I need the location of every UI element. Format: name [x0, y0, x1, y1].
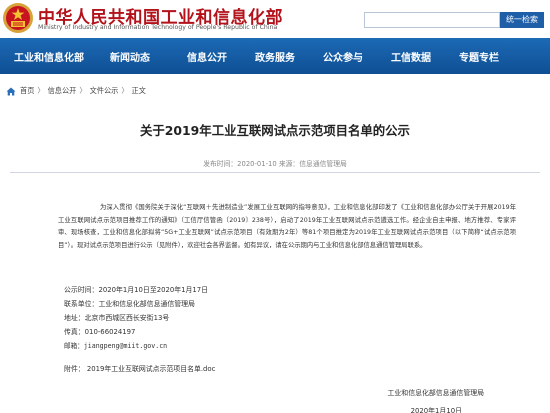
breadcrumb-current: 正文 — [131, 86, 146, 95]
nav-item-special-topics[interactable]: 专题专栏 — [459, 49, 499, 64]
main-nav: 工业和信息化部 新闻动态 信息公开 政务服务 公众参与 工信数据 专题专栏 — [0, 38, 550, 74]
nav-item-news[interactable]: 新闻动态 — [110, 49, 150, 64]
divider — [10, 172, 540, 173]
breadcrumb-home[interactable]: 首页 — [20, 86, 34, 96]
search-button[interactable]: 统一检索 — [500, 12, 544, 28]
national-emblem-icon[interactable] — [2, 2, 34, 34]
attachment-link[interactable]: 附件： 2019年工业互联网试点示范项目名单.doc — [64, 363, 215, 373]
contact-unit: 联系单位：工业和信息化部信息通信管理局 — [64, 300, 195, 308]
breadcrumb-info-disclosure[interactable]: 信息公开 — [48, 86, 77, 96]
article-paragraph: 为深入贯彻《国务院关于深化“互联网＋先进制造业”发展工业互联网的指导意见》，工业… — [58, 204, 516, 250]
article-meta: 发布时间：2020-01-10 来源：信息通信管理局 — [203, 160, 347, 168]
breadcrumb-file-announcement[interactable]: 文件公示 — [90, 86, 119, 96]
contact-address: 地址：北京市西城区西长安街13号 — [64, 314, 170, 322]
contact-email[interactable]: 邮箱：jiangpeng@miit.gov.cn — [64, 340, 167, 350]
signature-date: 2020年1月10日 — [410, 407, 462, 413]
nav-item-public-participation[interactable]: 公众参与 — [323, 49, 363, 64]
breadcrumb: 首页 〉 信息公开 〉 文件公示 〉 正文 — [0, 82, 550, 100]
site-subtitle: Ministry of Industry and Information Tec… — [38, 24, 278, 31]
site-header: 中华人民共和国工业和信息化部 Ministry of Industry and … — [0, 0, 550, 38]
breadcrumb-separator: 〉 — [121, 86, 129, 95]
nav-item-data[interactable]: 工信数据 — [391, 49, 431, 64]
nav-item-miit[interactable]: 工业和信息化部 — [14, 49, 84, 64]
announcement-period: 公示时间：2020年1月10日至2020年1月17日 — [64, 286, 209, 294]
nav-item-gov-services[interactable]: 政务服务 — [255, 49, 295, 64]
breadcrumb-separator: 〉 — [37, 86, 45, 95]
home-icon — [6, 87, 16, 95]
article-title: 关于2019年工业互联网试点示范项目名单的公示 — [140, 123, 410, 138]
nav-item-info-disclosure[interactable]: 信息公开 — [187, 49, 227, 64]
contact-fax: 传真：010-66024197 — [64, 328, 136, 336]
breadcrumb-separator: 〉 — [79, 86, 87, 95]
search-input[interactable] — [364, 12, 500, 28]
signature: 工业和信息化部信息通信管理局 — [387, 389, 484, 397]
